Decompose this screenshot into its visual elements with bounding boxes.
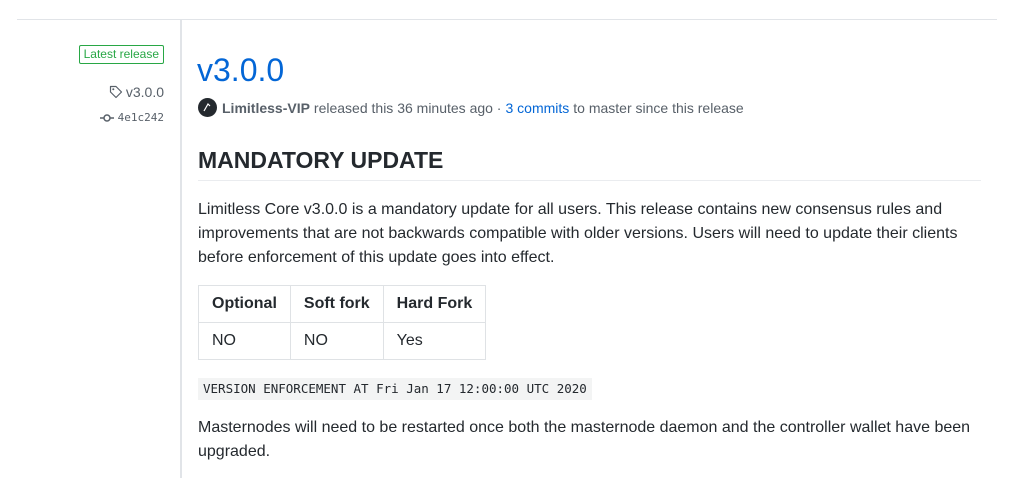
- table-cell: Yes: [382, 322, 487, 360]
- table-header-row: Optional Soft fork Hard Fork: [198, 285, 487, 323]
- description-paragraph: Limitless Core v3.0.0 is a mandatory upd…: [198, 201, 958, 266]
- sidebar-divider: [180, 20, 182, 478]
- tag-label: v3.0.0: [125, 84, 164, 100]
- latest-release-badge: Latest release: [78, 45, 164, 64]
- commits-suffix: to master since this release: [573, 99, 744, 116]
- table-header-cell: Optional: [198, 285, 291, 323]
- top-divider: [17, 19, 997, 20]
- release-meta: Limitless-VIP released this 36 minutes a…: [198, 98, 744, 117]
- commit-sha: 4e1c242: [117, 111, 164, 124]
- commit-link[interactable]: 4e1c242: [99, 110, 164, 126]
- fork-table: Optional Soft fork Hard Fork NO NO Yes: [198, 285, 487, 360]
- author-link[interactable]: Limitless-VIP: [222, 99, 310, 117]
- git-commit-icon: [99, 113, 114, 123]
- tag-icon: [109, 85, 123, 99]
- table-header-cell: Soft fork: [289, 285, 384, 323]
- masternode-paragraph: Masternodes will need to be restarted on…: [198, 419, 971, 460]
- section-heading: MANDATORY UPDATE: [198, 146, 981, 181]
- released-text: released this 36 minutes ago ·: [313, 99, 502, 116]
- release-title[interactable]: v3.0.0: [197, 50, 284, 90]
- tag-link[interactable]: v3.0.0: [109, 83, 164, 101]
- table-header-cell: Hard Fork: [382, 285, 487, 323]
- table-cell: NO: [289, 322, 384, 360]
- commits-link[interactable]: 3 commits: [505, 99, 569, 117]
- table-cell: NO: [198, 322, 291, 360]
- table-row: NO NO Yes: [198, 322, 487, 360]
- avatar[interactable]: [198, 98, 217, 117]
- enforcement-code: VERSION ENFORCEMENT AT Fri Jan 17 12:00:…: [198, 378, 592, 400]
